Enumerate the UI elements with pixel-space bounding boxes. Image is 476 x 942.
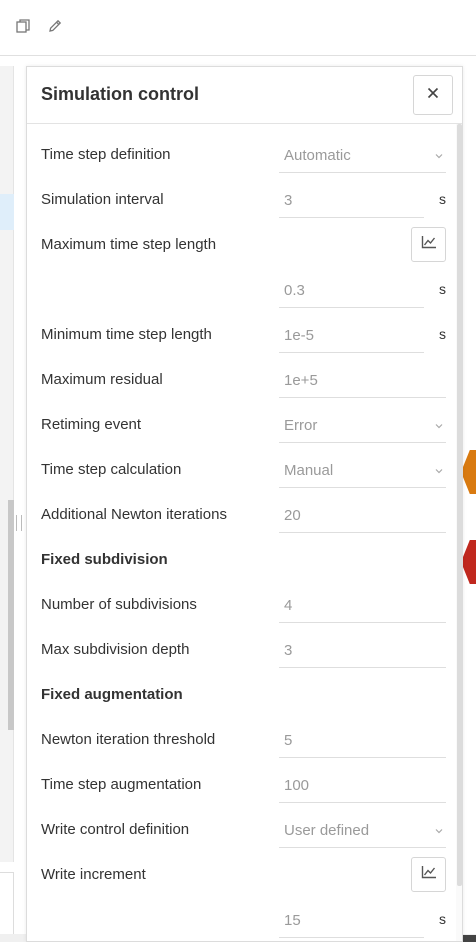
top-toolbar <box>0 0 476 56</box>
simulation-interval-value: 3 <box>284 192 293 209</box>
panel-title: Simulation control <box>41 84 200 104</box>
row-write-increment: Write increment <box>27 854 455 899</box>
retiming-event-select[interactable]: Error <box>279 407 446 443</box>
write-increment-chart-button[interactable] <box>411 857 446 892</box>
fixed-subdivision-heading: Fixed subdivision <box>41 551 168 568</box>
row-max-time-step-length: Maximum time step length <box>27 224 455 269</box>
background-panel <box>0 872 14 942</box>
row-write-control-definition: Write control definition User defined <box>27 809 455 854</box>
scrollbar-thumb[interactable] <box>457 124 462 886</box>
time-step-augmentation-input[interactable]: 100 <box>279 767 446 803</box>
max-subdivision-depth-label: Max subdivision depth <box>41 641 190 658</box>
chart-icon <box>421 865 437 884</box>
additional-newton-iterations-value: 20 <box>284 507 301 524</box>
min-time-step-length-label: Minimum time step length <box>41 326 212 343</box>
chart-icon <box>421 235 437 254</box>
max-time-step-chart-button[interactable] <box>411 227 446 262</box>
additional-newton-iterations-input[interactable]: 20 <box>279 497 446 533</box>
number-of-subdivisions-value: 4 <box>284 597 293 614</box>
row-retiming-event: Retiming event Error <box>27 404 455 449</box>
time-step-augmentation-label: Time step augmentation <box>41 776 202 793</box>
write-increment-input[interactable]: 15 <box>279 902 424 938</box>
write-control-definition-select[interactable]: User defined <box>279 812 446 848</box>
time-step-definition-select[interactable]: Automatic <box>279 137 446 173</box>
fixed-augmentation-heading: Fixed augmentation <box>41 686 183 703</box>
max-residual-label: Maximum residual <box>41 371 163 388</box>
background-sidebar <box>0 66 14 862</box>
time-step-calculation-value: Manual <box>284 462 334 479</box>
row-time-step-definition: Time step definition Automatic <box>27 134 455 179</box>
max-subdivision-depth-value: 3 <box>284 642 293 659</box>
simulation-interval-label: Simulation interval <box>41 191 164 208</box>
panel-header: Simulation control <box>27 67 462 124</box>
chevron-down-icon <box>434 418 444 429</box>
retiming-event-label: Retiming event <box>41 416 142 433</box>
background-selected-item <box>0 194 14 230</box>
max-subdivision-depth-input[interactable]: 3 <box>279 632 446 668</box>
write-increment-unit: s <box>439 911 446 927</box>
write-control-definition-label: Write control definition <box>41 821 190 838</box>
max-residual-input[interactable]: 1e+5 <box>279 362 446 398</box>
simulation-control-panel: Simulation control Time step definition … <box>26 66 463 942</box>
min-time-step-length-value: 1e-5 <box>284 327 315 344</box>
row-max-time-step-length-value: 0.3 s <box>27 269 455 314</box>
row-time-step-augmentation: Time step augmentation 100 <box>27 764 455 809</box>
simulation-interval-input[interactable]: 3 <box>279 182 424 218</box>
copy-icon[interactable] <box>13 16 33 36</box>
viewport-area <box>462 66 476 936</box>
row-time-step-calculation: Time step calculation Manual <box>27 449 455 494</box>
retiming-event-value: Error <box>284 417 318 434</box>
pencil-icon[interactable] <box>45 16 65 36</box>
row-fixed-augmentation-heading: Fixed augmentation <box>27 674 455 719</box>
number-of-subdivisions-label: Number of subdivisions <box>41 596 197 613</box>
row-number-of-subdivisions: Number of subdivisions 4 <box>27 584 455 629</box>
background-scrollbar <box>8 500 14 730</box>
max-residual-value: 1e+5 <box>284 372 318 389</box>
max-time-step-length-label: Maximum time step length <box>41 236 217 253</box>
number-of-subdivisions-input[interactable]: 4 <box>279 587 446 623</box>
newton-iteration-threshold-label: Newton iteration threshold <box>41 731 216 748</box>
additional-newton-iterations-label: Additional Newton iterations <box>41 506 227 523</box>
chevron-down-icon <box>434 148 444 159</box>
time-step-calculation-select[interactable]: Manual <box>279 452 446 488</box>
row-max-residual: Maximum residual 1e+5 <box>27 359 455 404</box>
row-max-subdivision-depth: Max subdivision depth 3 <box>27 629 455 674</box>
time-step-augmentation-value: 100 <box>284 777 310 794</box>
time-step-definition-value: Automatic <box>284 147 351 164</box>
max-time-step-length-value: 0.3 <box>284 282 305 299</box>
panel-scrollbar[interactable] <box>456 124 462 941</box>
close-icon <box>427 86 439 104</box>
write-control-definition-value: User defined <box>284 822 370 839</box>
time-step-definition-label: Time step definition <box>41 146 171 163</box>
chevron-down-icon <box>434 823 444 834</box>
row-write-increment-value: 15 s <box>27 899 455 941</box>
write-increment-label: Write increment <box>41 866 146 883</box>
row-additional-newton-iterations: Additional Newton iterations 20 <box>27 494 455 539</box>
row-newton-iteration-threshold: Newton iteration threshold 5 <box>27 719 455 764</box>
close-button[interactable] <box>413 75 453 115</box>
min-time-step-length-input[interactable]: 1e-5 <box>279 317 424 353</box>
row-simulation-interval: Simulation interval 3 s <box>27 179 455 224</box>
resize-handle[interactable] <box>16 515 22 531</box>
newton-iteration-threshold-value: 5 <box>284 732 293 749</box>
row-fixed-subdivision-heading: Fixed subdivision <box>27 539 455 584</box>
newton-iteration-threshold-input[interactable]: 5 <box>279 722 446 758</box>
time-step-calculation-label: Time step calculation <box>41 461 182 478</box>
min-time-step-length-unit: s <box>439 326 446 342</box>
row-min-time-step-length: Minimum time step length 1e-5 s <box>27 314 455 359</box>
max-time-step-length-input[interactable]: 0.3 <box>279 272 424 308</box>
simulation-interval-unit: s <box>439 191 446 207</box>
max-time-step-length-unit: s <box>439 281 446 297</box>
chevron-down-icon <box>434 463 444 474</box>
write-increment-value: 15 <box>284 912 301 929</box>
